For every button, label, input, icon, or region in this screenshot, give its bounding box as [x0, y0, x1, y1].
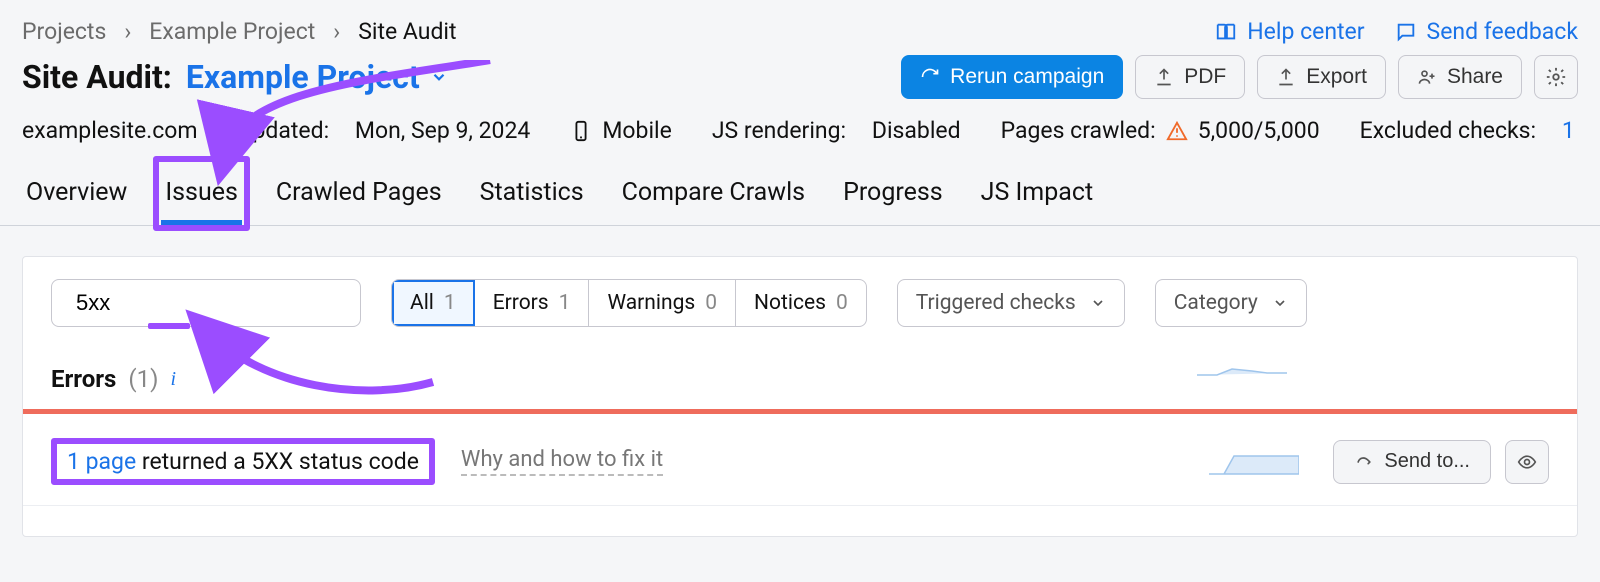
help-center-label: Help center: [1247, 18, 1364, 45]
tabs: Overview Issues Crawled Pages Statistics…: [0, 144, 1600, 226]
chevron-right-icon: ›: [124, 18, 131, 45]
settings-button[interactable]: [1534, 55, 1578, 99]
filter-warnings-label: Warnings: [607, 291, 695, 315]
send-to-button[interactable]: Send to...: [1333, 440, 1491, 484]
arrow-right-icon: [1354, 452, 1374, 472]
share-button[interactable]: Share: [1398, 55, 1522, 99]
filter-all-count: 1: [444, 291, 456, 315]
share-label: Share: [1447, 65, 1503, 89]
gear-icon: [1545, 66, 1567, 88]
search-box[interactable]: [51, 279, 361, 327]
filter-errors-label: Errors: [493, 291, 549, 315]
search-input[interactable]: [76, 290, 364, 316]
page-title: Site Audit:: [22, 58, 172, 96]
tab-issues-label: Issues: [165, 178, 238, 207]
export-label: Export: [1306, 65, 1367, 89]
triggered-checks-label: Triggered checks: [916, 291, 1076, 315]
why-and-how-link[interactable]: Why and how to fix it: [461, 447, 663, 476]
error-message-text: returned a 5XX status code: [136, 448, 419, 475]
upload-icon: [1154, 67, 1174, 87]
meta-updated: Updated: Mon, Sep 9, 2024: [238, 117, 531, 144]
issues-panel: All 1 Errors 1 Warnings 0 Notices 0 Trig…: [22, 256, 1578, 537]
error-row: 1 page returned a 5XX status code Why an…: [23, 418, 1577, 506]
category-label: Category: [1174, 291, 1258, 315]
send-feedback-link[interactable]: Send feedback: [1395, 18, 1578, 45]
meta-excluded-checks: Excluded checks: 1: [1360, 117, 1575, 144]
triggered-checks-dropdown[interactable]: Triggered checks: [897, 279, 1125, 327]
sparkline-icon: [1209, 448, 1299, 476]
breadcrumb-item[interactable]: Example Project: [149, 18, 315, 45]
pdf-button[interactable]: PDF: [1135, 55, 1245, 99]
meta-site: examplesite.com: [22, 117, 198, 144]
pdf-label: PDF: [1184, 65, 1226, 89]
project-name: Example Project: [186, 58, 420, 96]
errors-heading-label: Errors: [51, 365, 116, 393]
hide-issue-button[interactable]: [1505, 440, 1549, 484]
breadcrumb-item-current: Site Audit: [358, 18, 456, 45]
filter-notices[interactable]: Notices 0: [736, 280, 866, 326]
chat-icon: [1395, 21, 1417, 43]
filter-errors-count: 1: [559, 291, 571, 315]
help-center-link[interactable]: Help center: [1215, 18, 1364, 45]
chevron-down-icon: [430, 68, 448, 86]
severity-filter: All 1 Errors 1 Warnings 0 Notices 0: [391, 279, 867, 327]
filter-warnings-count: 0: [705, 291, 717, 315]
chevron-down-icon: [1272, 295, 1288, 311]
errors-separator: [23, 409, 1577, 414]
upload-icon: [1276, 67, 1296, 87]
meta-pages-crawled: Pages crawled: 5,000/5,000: [1001, 117, 1320, 144]
info-icon[interactable]: i: [170, 368, 176, 391]
error-pages-link[interactable]: 1 page: [67, 448, 136, 475]
tab-js-impact[interactable]: JS Impact: [977, 178, 1097, 225]
warning-icon: [1166, 120, 1188, 142]
rerun-campaign-label: Rerun campaign: [950, 65, 1104, 89]
filter-notices-label: Notices: [754, 291, 826, 315]
excluded-checks-link[interactable]: 1: [1562, 117, 1575, 144]
tab-issues[interactable]: Issues: [161, 178, 242, 225]
mobile-icon: [570, 120, 592, 142]
category-dropdown[interactable]: Category: [1155, 279, 1307, 327]
send-feedback-label: Send feedback: [1427, 18, 1578, 45]
filter-errors[interactable]: Errors 1: [475, 280, 590, 326]
send-to-label: Send to...: [1384, 450, 1470, 473]
eye-icon: [1517, 452, 1537, 472]
tab-crawled-pages[interactable]: Crawled Pages: [272, 178, 446, 225]
sparkline-icon: [1197, 355, 1287, 383]
chevron-right-icon: ›: [333, 18, 340, 45]
breadcrumb: Projects › Example Project › Site Audit: [22, 18, 457, 45]
filter-notices-count: 0: [836, 291, 848, 315]
errors-heading: Errors (1) i: [23, 327, 1577, 409]
error-message[interactable]: 1 page returned a 5XX status code: [51, 438, 435, 485]
book-icon: [1215, 21, 1237, 43]
tab-statistics[interactable]: Statistics: [476, 178, 588, 225]
chevron-down-icon: [1090, 295, 1106, 311]
refresh-icon: [920, 67, 940, 87]
tab-progress[interactable]: Progress: [839, 178, 947, 225]
errors-heading-count: (1): [128, 365, 158, 393]
tab-overview[interactable]: Overview: [22, 178, 131, 225]
filter-all[interactable]: All 1: [392, 280, 475, 326]
export-button[interactable]: Export: [1257, 55, 1386, 99]
breadcrumb-item[interactable]: Projects: [22, 18, 106, 45]
meta-js-rendering: JS rendering: Disabled: [712, 117, 961, 144]
rerun-campaign-button[interactable]: Rerun campaign: [901, 55, 1123, 99]
filter-warnings[interactable]: Warnings 0: [589, 280, 736, 326]
meta-device: Mobile: [570, 117, 672, 144]
project-select[interactable]: Example Project: [186, 58, 448, 96]
tab-compare-crawls[interactable]: Compare Crawls: [618, 178, 809, 225]
person-plus-icon: [1417, 67, 1437, 87]
filter-all-label: All: [410, 291, 434, 315]
